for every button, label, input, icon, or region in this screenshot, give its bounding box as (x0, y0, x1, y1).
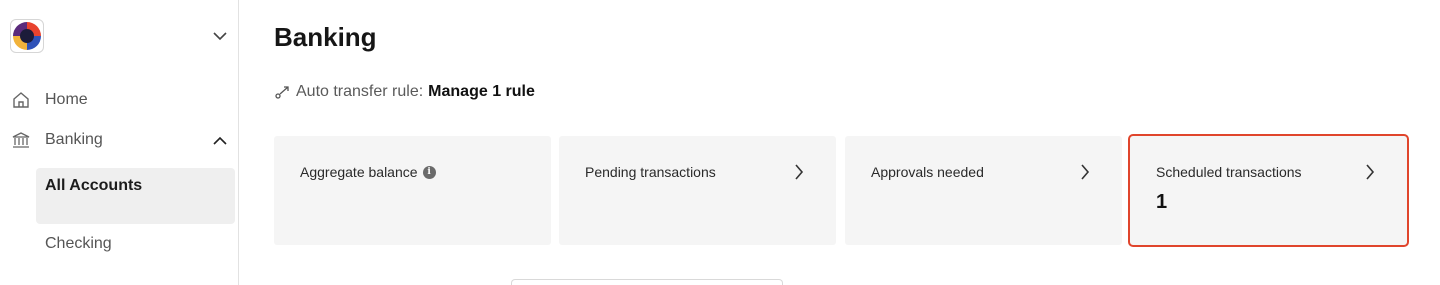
auto-transfer-label: Auto transfer rule: (296, 83, 424, 100)
card-title: Pending transactions (585, 164, 716, 180)
chevron-up-icon[interactable] (210, 130, 230, 150)
scheduled-transactions-count: 1 (1156, 191, 1168, 213)
organization-logo (10, 19, 44, 53)
scheduled-transactions-card[interactable]: Scheduled transactions 1 (1128, 134, 1409, 247)
sidebar-item-label: Home (45, 91, 88, 108)
chevron-right-icon[interactable] (1363, 162, 1377, 182)
content-panel-edge (511, 279, 783, 285)
info-icon[interactable]: i (422, 165, 436, 179)
auto-transfer-rule: Auto transfer rule: Manage 1 rule (274, 82, 535, 102)
organization-switcher[interactable] (10, 18, 230, 54)
sidebar-item-banking[interactable]: Banking (10, 126, 230, 154)
sidebar-subitem-checking[interactable]: Checking (36, 226, 235, 282)
manage-rules-link[interactable]: Manage 1 rule (428, 83, 535, 101)
sidebar-item-label: Banking (45, 131, 103, 148)
sidebar: Home Banking All Accounts Checking (0, 0, 239, 285)
aggregate-balance-card[interactable]: Aggregate balance i (274, 136, 551, 245)
chevron-right-icon[interactable] (792, 162, 806, 182)
bank-icon (10, 129, 32, 151)
chevron-down-icon[interactable] (210, 26, 230, 46)
transfer-arrow-icon (274, 83, 292, 101)
sidebar-subitem-all-accounts[interactable]: All Accounts (36, 168, 235, 224)
card-title: Scheduled transactions (1156, 164, 1302, 180)
approvals-needed-card[interactable]: Approvals needed (845, 136, 1122, 245)
pending-transactions-card[interactable]: Pending transactions (559, 136, 836, 245)
card-title: Aggregate balance (300, 164, 418, 180)
home-icon (10, 89, 32, 111)
sidebar-item-home[interactable]: Home (10, 86, 230, 114)
chevron-right-icon[interactable] (1078, 162, 1092, 182)
page-title: Banking (274, 22, 377, 52)
card-title: Approvals needed (871, 164, 984, 180)
